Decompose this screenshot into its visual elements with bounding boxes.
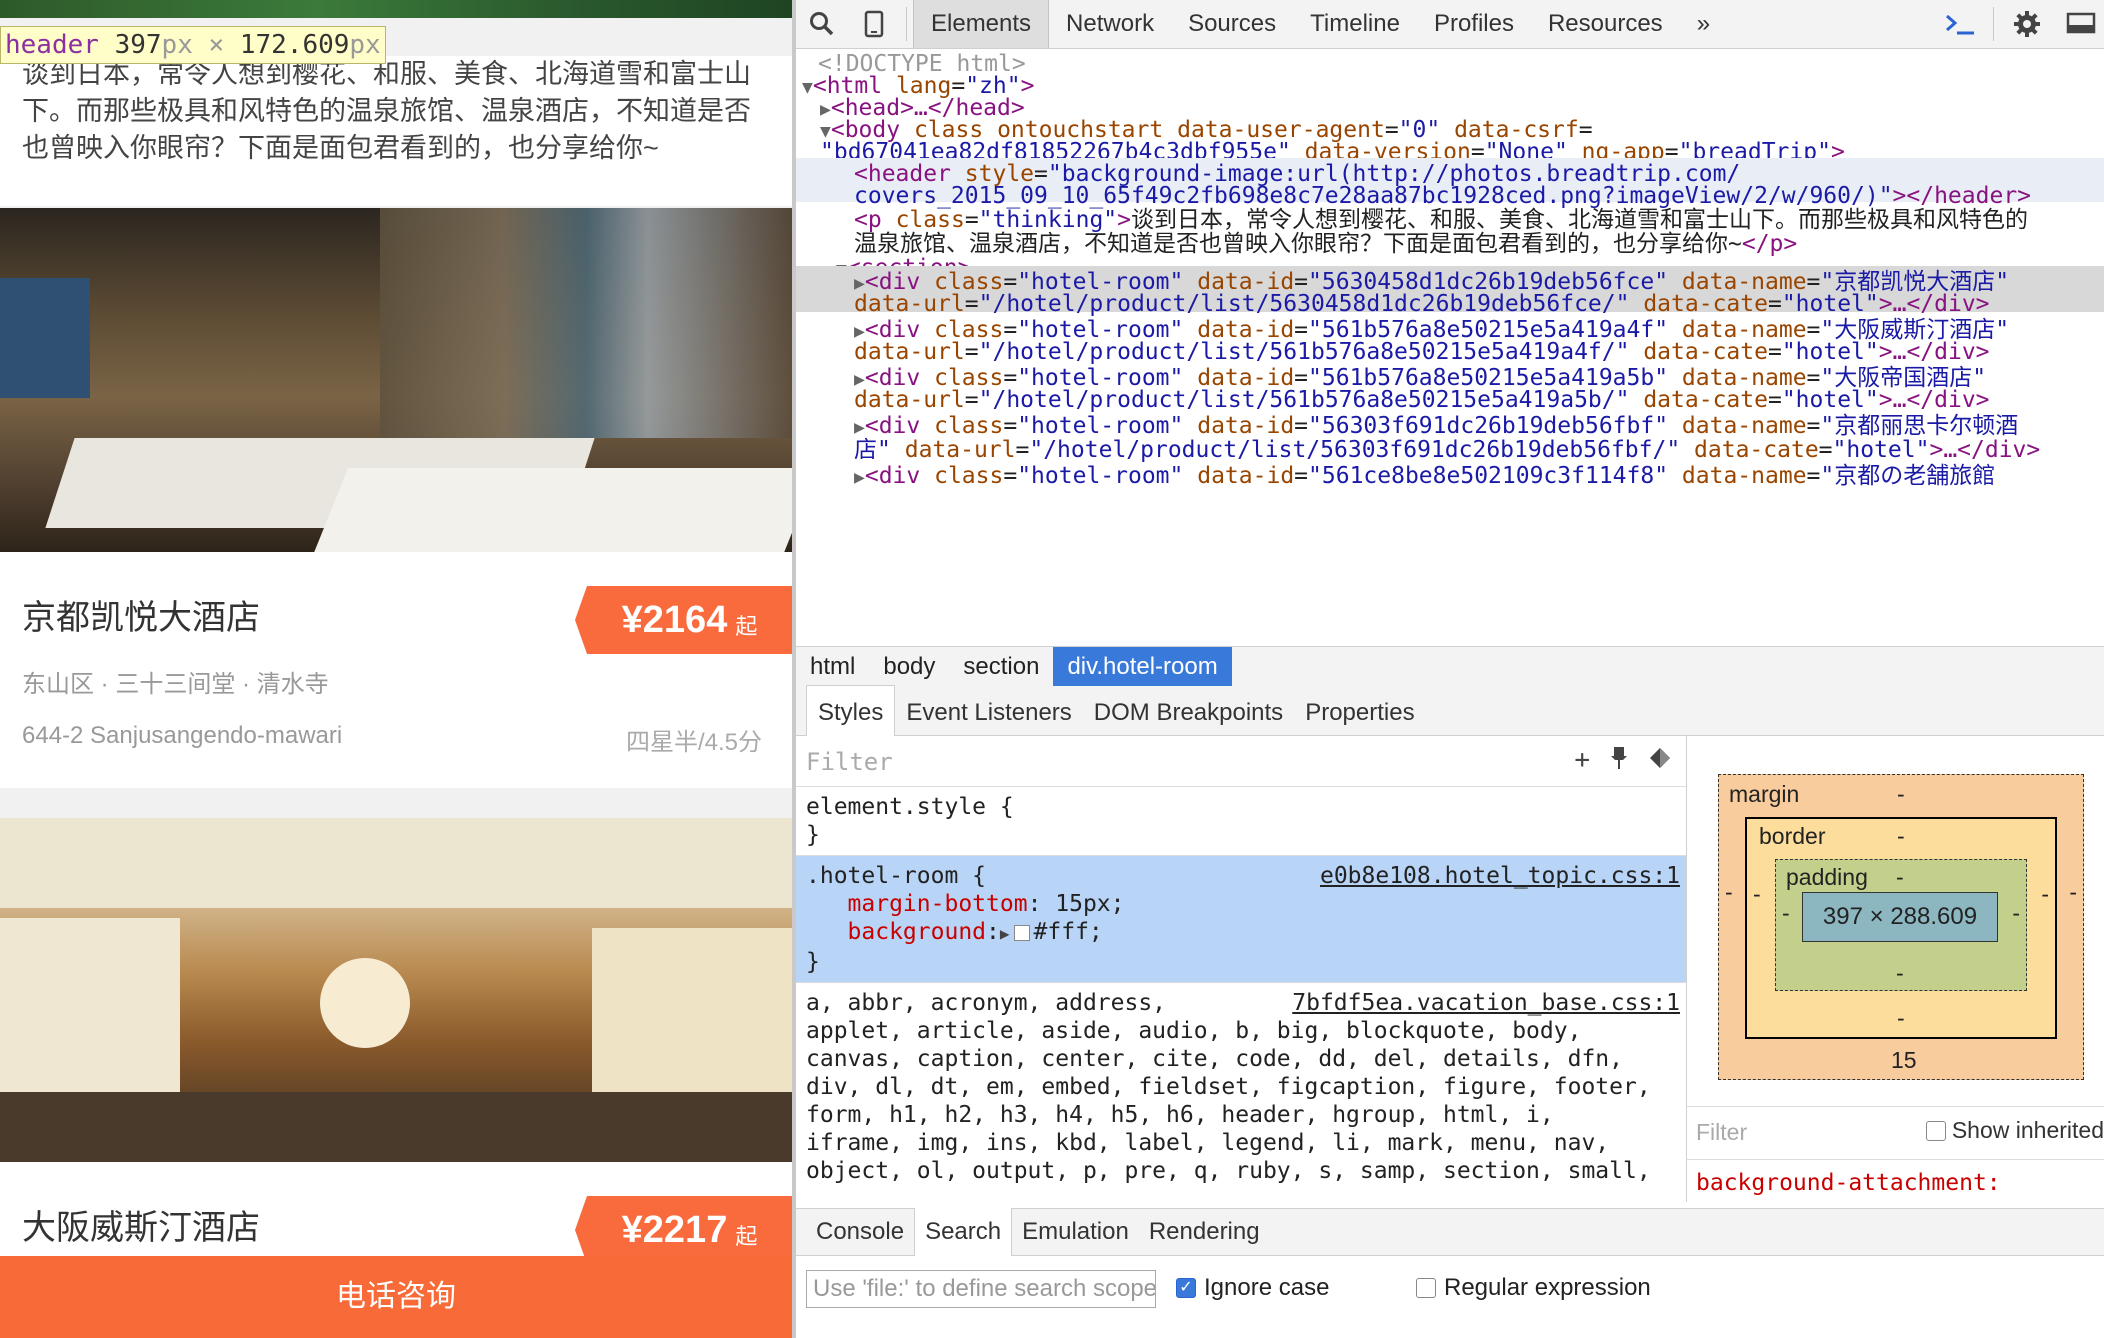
dock-icon[interactable] [2054,0,2104,48]
tooltip-width: 397 [114,30,162,60]
hotel-room-rule[interactable]: .hotel-room { margin-bottom: 15px; backg… [796,856,1686,983]
ignore-case-option[interactable]: ✓ Ignore case [1176,1274,1329,1302]
devtools-panel: Elements Network Sources Timeline Profil… [792,0,2104,1338]
box-model-padding[interactable]: padding - - - - 397 × 288.609 [1775,859,2027,991]
expand-triangle-icon: ▶ [999,924,1010,943]
tooltip-height: 172.609 [239,30,350,60]
tab-timeline[interactable]: Timeline [1293,0,1417,48]
phone-consult-button[interactable]: 电话咨询 [0,1256,792,1338]
tab-console[interactable]: Console [806,1208,914,1256]
breadcrumb-html[interactable]: html [796,647,869,687]
more-tabs-button[interactable]: » [1680,0,1727,48]
add-rule-icon[interactable]: + [1574,746,1590,776]
rule-selector: .hotel-room { [806,863,987,889]
tab-sources[interactable]: Sources [1171,0,1293,48]
hotel-info: 京都凯悦大酒店 ¥2164 起 东山区 · 三十三间堂 · 清水寺 644-2 … [0,552,792,788]
stylesheet-link[interactable]: 7bfdf5ea.vacation_base.css:1 [1292,989,1680,1017]
tab-resources[interactable]: Resources [1531,0,1680,48]
hotel-name: 京都凯悦大酒店 [22,599,260,637]
stylesheet-link[interactable]: e0b8e108.hotel_topic.css:1 [1320,862,1680,890]
styles-filter-input[interactable]: Filter [806,748,893,776]
console-icon[interactable] [1933,0,1987,48]
tab-profiles[interactable]: Profiles [1417,0,1531,48]
css-property: background [847,919,987,945]
box-model-diagram: margin - - - 15 border - - - - padding -… [1686,736,2104,1106]
tooltip-tag: header [5,30,99,60]
tab-search[interactable]: Search [914,1208,1013,1256]
tab-elements[interactable]: Elements [913,0,1050,48]
drawer-tabs: Console Search Emulation Rendering [796,1208,2104,1256]
computed-property: background-attachment: [1696,1170,2001,1196]
show-inherited-checkbox[interactable] [1925,1120,1946,1141]
hotel-photo[interactable] [0,818,792,1162]
sidebar-tabs: Styles Event Listeners DOM Breakpoints P… [796,685,2104,736]
hotel-rating: 四星半/4.5分 [625,729,762,756]
tab-dom-breakpoints[interactable]: DOM Breakpoints [1083,686,1294,736]
ignore-case-checkbox[interactable]: ✓ [1176,1278,1196,1298]
price-suffix: 起 [735,1224,758,1249]
devtools-toolbar: Elements Network Sources Timeline Profil… [796,0,2104,49]
collapsed-triangle-icon: ▶ [854,467,865,488]
regex-option[interactable]: Regular expression [1416,1274,1651,1302]
breadcrumb-section[interactable]: section [949,647,1053,687]
color-swatch-icon [1013,924,1030,941]
computed-filter-input[interactable]: Filter [1696,1119,1747,1146]
tab-rendering[interactable]: Rendering [1139,1208,1270,1256]
price-suffix: 起 [735,614,758,639]
mobile-preview: 谈到日本，常令人想到樱花、和服、美食、北海道雪和富士山下。而那些极具和风特色的温… [0,0,792,1338]
breadcrumb-body[interactable]: body [869,647,949,687]
hotel-address: 644-2 Sanjusangendo-mawari [22,722,343,749]
tab-styles[interactable]: Styles [806,685,896,736]
search-icon[interactable] [796,0,848,48]
show-inherited-toggle[interactable]: Show inherited [1925,1117,2104,1144]
search-drawer: Use 'file:' to define search scope ✓ Igno… [796,1256,2104,1338]
hotel-photo[interactable] [0,208,792,552]
hotel-card[interactable]: 京都凯悦大酒店 ¥2164 起 东山区 · 三十三间堂 · 清水寺 644-2 … [0,208,792,788]
thinking-text: 谈到日本，常令人想到樱花、和服、美食、北海道雪和富士山下。而那些极具和风特色的温… [22,59,751,163]
element-size-tooltip: header 397px × 172.609px [0,26,386,64]
tab-emulation[interactable]: Emulation [1012,1208,1139,1256]
hotel-area: 东山区 · 三十三间堂 · 清水寺 [22,671,329,698]
dom-tree: <!DOCTYPE html> ▼<html lang="zh"> ▶<head… [796,48,2104,646]
box-model-border[interactable]: border - - - - padding - - - - 397 × 288… [1745,817,2057,1039]
thinking-block: 谈到日本，常令人想到樱花、和服、美食、北海道雪和富士山下。而那些极具和风特色的温… [0,56,792,206]
header-cover-image [0,0,792,18]
dom-node-hotel-room[interactable]: ▶<div class="hotel-room" data-id="561ce8… [796,460,2104,492]
tab-event-listeners[interactable]: Event Listeners [895,686,1082,736]
tab-network[interactable]: Network [1049,0,1171,48]
hotel-name: 大阪威斯汀酒店 [22,1209,260,1247]
search-input[interactable]: Use 'file:' to define search scope [806,1270,1156,1308]
breadcrumb: html body section div.hotel-room [796,646,2104,688]
box-model-margin[interactable]: margin - - - 15 border - - - - padding -… [1718,774,2084,1080]
css-property: margin-bottom [847,891,1028,917]
hotel-price-badge: ¥2217 起 [575,1196,792,1264]
hotel-price-badge: ¥2164 起 [575,586,792,654]
pin-icon[interactable] [1610,746,1628,776]
gear-icon[interactable] [2000,0,2054,48]
element-style-rule[interactable]: element.style { } [796,787,1686,856]
breadcrumb-div-hotel-room[interactable]: div.hotel-room [1053,647,1232,687]
color-format-icon[interactable] [1648,746,1672,776]
device-icon[interactable] [848,0,900,48]
styles-pane: Filter + element.style { } .hotel-room {… [796,736,1687,1202]
price-amount: ¥2164 [621,598,728,641]
regex-checkbox[interactable] [1416,1278,1436,1298]
styles-filter[interactable]: Filter + [796,736,1686,787]
price-amount: ¥2217 [621,1208,728,1251]
tab-properties[interactable]: Properties [1294,686,1425,736]
base-reset-rule[interactable]: 7bfdf5ea.vacation_base.css:1 a, abbr, acr… [796,983,1686,1191]
computed-filter: Filter Show inherited [1686,1106,2104,1160]
box-model-content[interactable]: 397 × 288.609 [1802,892,1998,942]
